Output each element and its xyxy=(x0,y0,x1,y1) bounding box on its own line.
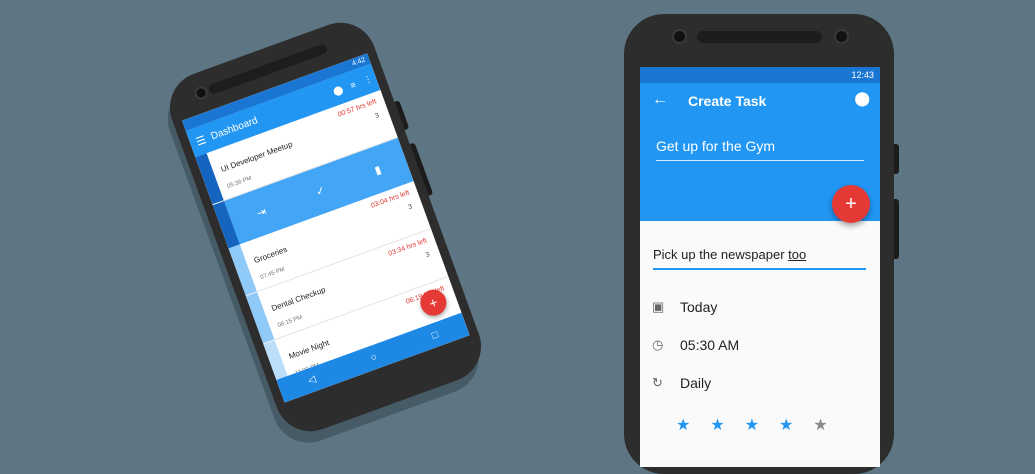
task-title-input[interactable]: Get up for the Gym xyxy=(656,138,864,161)
task-name: Movie Night xyxy=(287,338,331,361)
add-button[interactable]: + xyxy=(832,185,870,223)
front-camera xyxy=(192,84,210,102)
task-time: 08:15 PM xyxy=(277,314,304,330)
time-label: 05:30 AM xyxy=(680,337,740,353)
page-title: Create Task xyxy=(688,93,767,109)
delete-icon[interactable]: ▮ xyxy=(373,163,383,176)
date-label: Today xyxy=(680,299,718,315)
move-icon[interactable]: ⇥ xyxy=(255,204,268,219)
check-icon[interactable]: ✓ xyxy=(314,183,327,198)
recent-apps-icon[interactable]: □ xyxy=(430,329,439,341)
time-row[interactable]: ◷ 05:30 AM xyxy=(652,337,739,353)
power-button xyxy=(894,144,899,174)
task-time: 07:45 PM xyxy=(259,266,286,282)
task-name: UI Developer Meetup xyxy=(219,139,294,174)
back-nav-icon[interactable]: ◁ xyxy=(306,373,317,386)
priority-strip xyxy=(228,244,257,296)
repeat-row[interactable]: ↻ Daily xyxy=(652,375,711,391)
repeat-label: Daily xyxy=(680,375,712,391)
status-bar: 12:43 xyxy=(640,67,880,83)
sensor-dot xyxy=(834,29,849,44)
left-screen: 4:42 ☰ Dashboard ⬤ ≡ ⋮ UI Developer Meet… xyxy=(181,53,470,403)
task-name: Dental Checkup xyxy=(270,285,327,314)
note-text: Pick up the newspaper xyxy=(653,247,789,262)
back-arrow-icon[interactable]: ← xyxy=(652,91,668,109)
star-icon[interactable]: ★ xyxy=(745,415,759,435)
power-button xyxy=(394,100,410,131)
right-screen: 12:43 ← Create Task ⬤ Get up for the Gym… xyxy=(640,67,880,467)
status-time: 12:43 xyxy=(851,70,874,80)
right-phone: 12:43 ← Create Task ⬤ Get up for the Gym… xyxy=(624,14,899,474)
note-input[interactable]: Pick up the newspaper too xyxy=(653,247,866,270)
location-icon[interactable]: ⬤ xyxy=(854,90,870,107)
task-name: Groceries xyxy=(252,244,289,266)
left-phone: 4:42 ☰ Dashboard ⬤ ≡ ⋮ UI Developer Meet… xyxy=(159,12,492,442)
star-icon[interactable]: ★ xyxy=(676,415,690,435)
calendar-icon: ▣ xyxy=(652,299,665,314)
rating-stars: ★ ★ ★ ★ ★ xyxy=(676,415,828,435)
volume-button xyxy=(894,199,899,259)
front-camera xyxy=(672,29,687,44)
star-icon[interactable]: ★ xyxy=(813,415,827,435)
task-count: 3 xyxy=(374,112,381,121)
priority-strip xyxy=(212,201,240,249)
repeat-icon: ↻ xyxy=(652,375,663,390)
note-underlined-word: too xyxy=(788,247,807,262)
task-count: 3 xyxy=(424,251,431,260)
speaker-grille xyxy=(697,31,822,43)
star-icon[interactable]: ★ xyxy=(779,415,793,435)
alarm-icon: ◷ xyxy=(652,337,664,352)
priority-strip xyxy=(245,292,275,344)
star-icon[interactable]: ★ xyxy=(710,415,724,435)
priority-strip xyxy=(195,153,224,205)
task-count: 3 xyxy=(407,203,414,212)
task-time: 05:38 PM xyxy=(226,175,253,190)
date-row[interactable]: ▣ Today xyxy=(652,299,717,315)
more-icon[interactable]: ⋮ xyxy=(359,72,378,88)
home-nav-icon[interactable]: ○ xyxy=(369,351,378,363)
